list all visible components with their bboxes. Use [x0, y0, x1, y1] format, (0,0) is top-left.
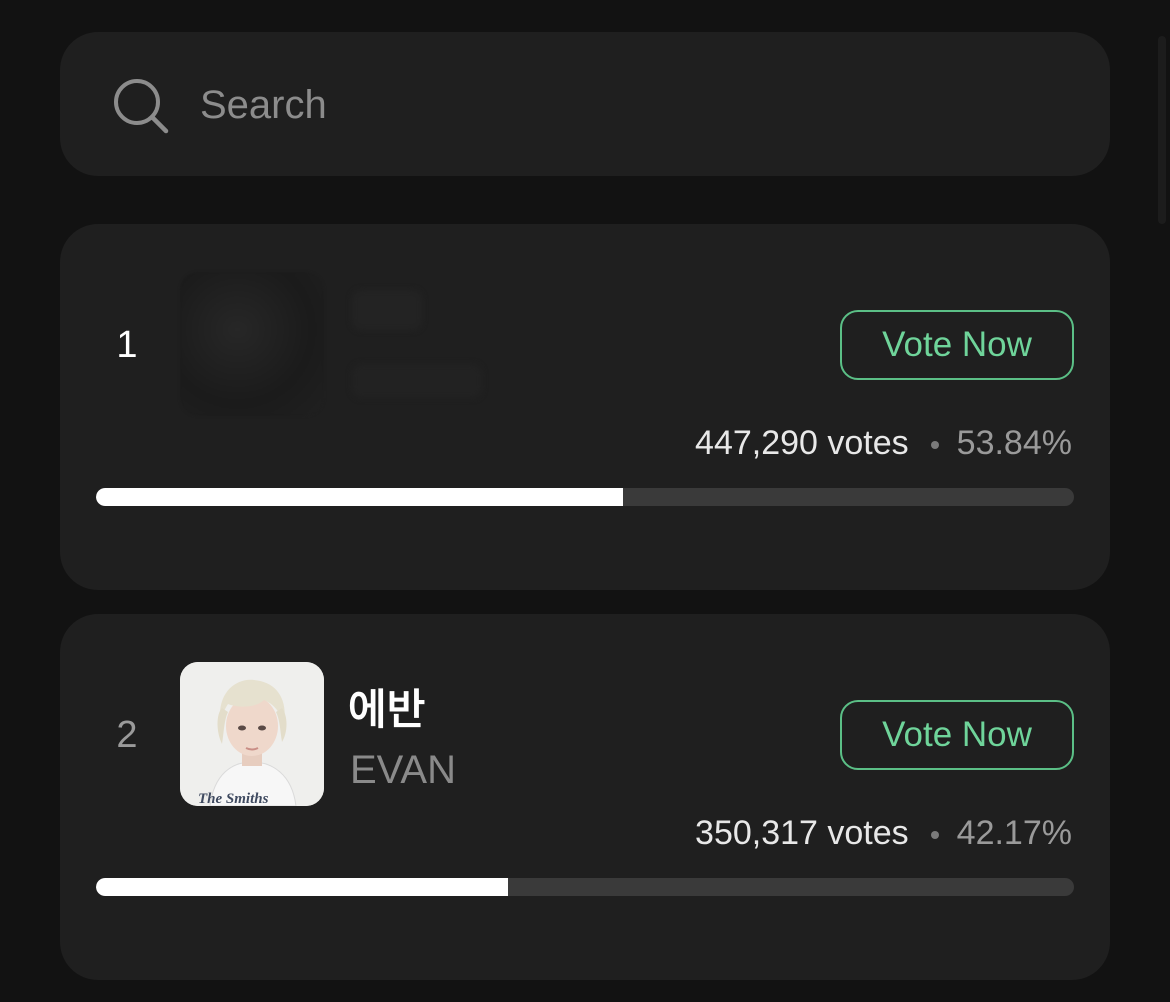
vote-ranking-page: 1 Vote Now 447,290 votes 53.84% 2 [0, 0, 1170, 1002]
vote-progress-track [96, 878, 1074, 896]
artist-thumbnail-obscured[interactable] [180, 272, 324, 416]
artist-subname: EVAN [350, 748, 456, 792]
search-icon[interactable] [110, 76, 172, 136]
vote-progress-fill [96, 488, 623, 506]
vote-count: 447,290 votes [695, 424, 909, 462]
vote-progress-fill [96, 878, 509, 896]
vote-percent: 53.84% [956, 424, 1072, 462]
vote-progress-track [96, 488, 1074, 506]
artist-photo-graphic: The Smiths [180, 662, 324, 806]
scrollbar[interactable] [1158, 36, 1166, 224]
vote-stats: 350,317 votes 42.17% [695, 814, 1072, 853]
artist-name-obscured [352, 290, 422, 330]
search-input[interactable] [200, 70, 1080, 140]
separator-dot [930, 831, 939, 840]
ranking-card-1: 1 Vote Now 447,290 votes 53.84% [60, 224, 1110, 590]
vote-stats: 447,290 votes 53.84% [695, 424, 1072, 463]
vote-percent: 42.17% [956, 814, 1072, 852]
rank-number: 2 [116, 714, 138, 756]
svg-text:The Smiths: The Smiths [198, 791, 269, 806]
artist-subname-obscured [352, 364, 482, 398]
artist-photo[interactable]: The Smiths [180, 662, 324, 806]
vote-now-button[interactable]: Vote Now [840, 700, 1074, 770]
vote-now-button[interactable]: Vote Now [840, 310, 1074, 380]
artist-name: 에반 [348, 686, 426, 733]
vote-count: 350,317 votes [695, 814, 909, 852]
separator-dot [930, 441, 939, 450]
rank-number: 1 [116, 324, 138, 366]
ranking-card-2: 2 The Smiths 에반 EVAN Vote Now 350,317 vo… [60, 614, 1110, 980]
